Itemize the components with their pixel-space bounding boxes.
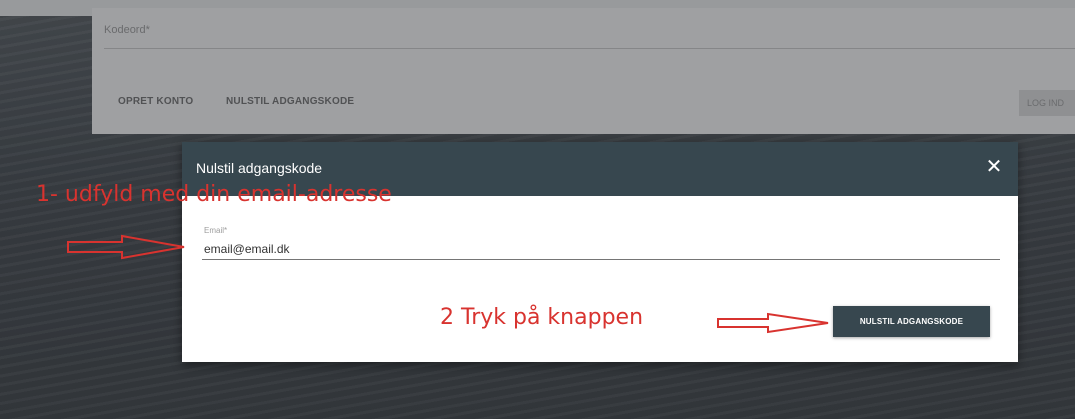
reset-password-button[interactable]: NULSTIL ADGANGSKODE xyxy=(833,306,990,337)
annotation-step-1: 1- udfyld med din email-adresse xyxy=(36,182,392,207)
email-label: Email* xyxy=(204,226,228,235)
email-field[interactable] xyxy=(202,239,1000,260)
annotation-step-2: 2 Tryk på knappen xyxy=(440,305,644,330)
annotation-arrow-2-icon xyxy=(717,312,829,334)
close-icon[interactable]: ✕ xyxy=(984,157,1004,177)
annotation-arrow-1-icon xyxy=(67,234,185,260)
dialog-title: Nulstil adgangskode xyxy=(196,160,323,176)
